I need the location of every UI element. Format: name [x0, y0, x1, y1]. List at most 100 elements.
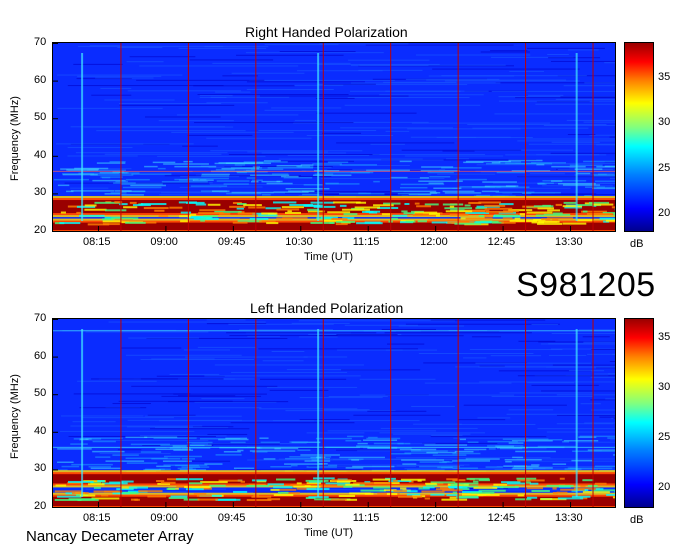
- noise-streak: [567, 49, 599, 51]
- emission-speckle: [237, 449, 244, 452]
- noise-streak: [96, 130, 246, 132]
- time-marker-line: [592, 319, 594, 507]
- band-mottle: [101, 494, 109, 497]
- emission-speckle: [57, 461, 74, 464]
- band-mottle: [364, 221, 381, 224]
- panel1-title: Right Handed Polarization: [245, 24, 408, 40]
- colorbar-tick-label: 20: [658, 206, 671, 219]
- noise-streak: [411, 122, 550, 124]
- noise-streak: [95, 77, 154, 79]
- noise-streak: [444, 80, 580, 82]
- noise-streak: [560, 96, 615, 98]
- band-mottle: [188, 482, 203, 485]
- band-mottle: [200, 481, 228, 484]
- emission-speckle: [303, 184, 323, 186]
- emission-speckle: [489, 185, 502, 188]
- noise-streak: [609, 177, 615, 179]
- band-mottle: [422, 486, 435, 489]
- x-tick-label: 11:15: [352, 236, 380, 248]
- noise-streak: [129, 56, 196, 58]
- noise-streak: [432, 68, 580, 70]
- noise-streak: [262, 360, 304, 362]
- noise-streak: [441, 75, 587, 77]
- band-mottle: [595, 488, 604, 491]
- band-mottle: [310, 221, 335, 224]
- emission-speckle: [593, 174, 615, 177]
- noise-streak: [322, 132, 362, 134]
- noise-streak: [531, 324, 559, 326]
- emission-speckle: [328, 464, 338, 467]
- noise-streak: [210, 150, 363, 152]
- band-mottle: [175, 478, 204, 481]
- noise-streak: [587, 353, 615, 355]
- emission-speckle: [339, 456, 385, 459]
- time-marker-line: [322, 43, 324, 231]
- noise-streak: [613, 418, 615, 420]
- noise-streak: [459, 423, 536, 425]
- noise-streak: [596, 144, 615, 146]
- band-mottle: [442, 203, 464, 206]
- panel1-colorbar: [624, 42, 654, 232]
- noise-streak: [415, 54, 531, 56]
- band-mottle: [251, 495, 272, 498]
- band-mottle: [501, 221, 516, 224]
- emission-speckle: [114, 190, 132, 192]
- noise-streak: [541, 390, 615, 392]
- emission-speckle: [419, 465, 461, 468]
- band-mottle: [273, 201, 297, 204]
- band-mottle: [123, 206, 138, 209]
- band-mottle: [485, 210, 514, 213]
- noise-streak: [303, 356, 348, 358]
- emission-speckle: [67, 169, 89, 172]
- emission-speckle: [181, 466, 210, 468]
- x-tick-mark: [300, 226, 302, 231]
- emission-speckle: [223, 183, 249, 185]
- emission-speckle: [261, 194, 271, 196]
- emission-speckle: [352, 465, 395, 468]
- interference-line: [53, 446, 615, 448]
- band-mottle: [258, 214, 278, 217]
- noise-streak: [108, 321, 266, 323]
- emission-speckle: [300, 454, 340, 456]
- noise-streak: [379, 94, 484, 96]
- band-mottle: [246, 484, 270, 487]
- band-mottle: [233, 490, 248, 493]
- noise-streak: [576, 441, 615, 443]
- noise-streak: [67, 147, 133, 149]
- band-mottle: [305, 479, 329, 482]
- band-mottle: [612, 496, 615, 499]
- band-mottle: [335, 223, 348, 226]
- noise-streak: [316, 335, 464, 337]
- band-mottle: [125, 221, 146, 224]
- band-mottle: [473, 486, 498, 489]
- band-mottle: [138, 490, 163, 493]
- x-tick-label: 12:00: [420, 512, 448, 524]
- noise-streak: [179, 186, 222, 188]
- emission-speckle: [596, 166, 615, 168]
- emission-speckle: [306, 466, 337, 468]
- emission-speckle: [125, 457, 168, 460]
- emission-speckle: [162, 460, 192, 462]
- noise-streak: [322, 159, 444, 161]
- band-mottle: [526, 496, 538, 499]
- band-mottle: [404, 202, 410, 205]
- band-mottle: [552, 487, 557, 490]
- band-mottle: [552, 492, 558, 495]
- emission-speckle: [312, 163, 342, 165]
- band-mottle: [401, 210, 408, 213]
- noise-streak: [381, 328, 436, 330]
- emission-speckle: [496, 171, 526, 174]
- noise-streak: [306, 134, 394, 136]
- noise-streak: [197, 94, 349, 96]
- emission-speckle: [327, 161, 349, 164]
- noise-streak: [609, 360, 615, 362]
- colorbar-tick-label: 35: [658, 331, 671, 343]
- noise-streak: [455, 366, 575, 368]
- noise-streak: [182, 145, 218, 147]
- noise-streak: [463, 404, 567, 406]
- band-mottle: [203, 215, 218, 218]
- noise-streak: [344, 104, 481, 106]
- band-mottle: [261, 212, 278, 215]
- time-marker-line: [390, 319, 392, 507]
- emission-speckle: [297, 449, 311, 451]
